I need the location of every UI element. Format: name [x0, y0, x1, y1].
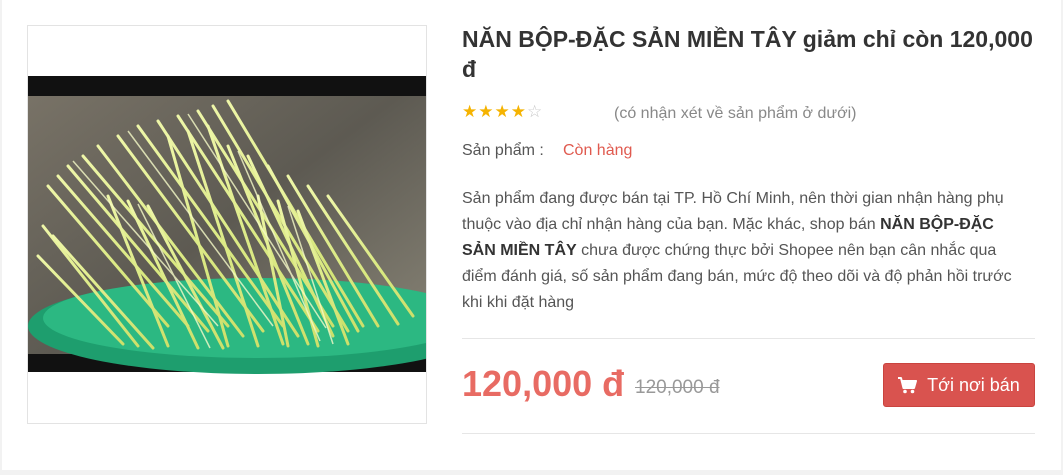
current-price: 120,000 đ	[462, 363, 625, 404]
shopping-cart-icon	[898, 376, 918, 393]
go-to-store-button[interactable]: Tới nơi bán	[883, 363, 1035, 407]
star-filled-icon: ★	[510, 102, 526, 121]
product-description: Sản phẩm đang được bán tại TP. Hồ Chí Mi…	[462, 186, 1032, 316]
star-rating: ★ ★ ★ ★ ☆	[462, 103, 542, 121]
divider	[462, 433, 1035, 434]
go-to-store-label: Tới nơi bán	[927, 374, 1020, 395]
review-note: (có nhận xét về sản phẩm ở dưới)	[614, 105, 857, 122]
star-filled-icon: ★	[462, 102, 478, 121]
stock-status: Còn hàng	[563, 142, 633, 159]
star-filled-icon: ★	[478, 102, 494, 121]
product-title: NĂN BỘP-ĐẶC SẢN MIỀN TÂY giảm chỉ còn 12…	[462, 26, 1033, 82]
product-photo	[28, 26, 426, 423]
star-empty-icon: ☆	[527, 102, 543, 121]
stock-label: Sản phẩm :	[462, 142, 544, 159]
original-price: 120,000 đ	[635, 377, 720, 398]
divider	[462, 338, 1035, 339]
product-card: NĂN BỘP-ĐẶC SẢN MIỀN TÂY giảm chỉ còn 12…	[2, 0, 1061, 470]
star-filled-icon: ★	[494, 102, 510, 121]
product-image[interactable]	[27, 25, 427, 424]
